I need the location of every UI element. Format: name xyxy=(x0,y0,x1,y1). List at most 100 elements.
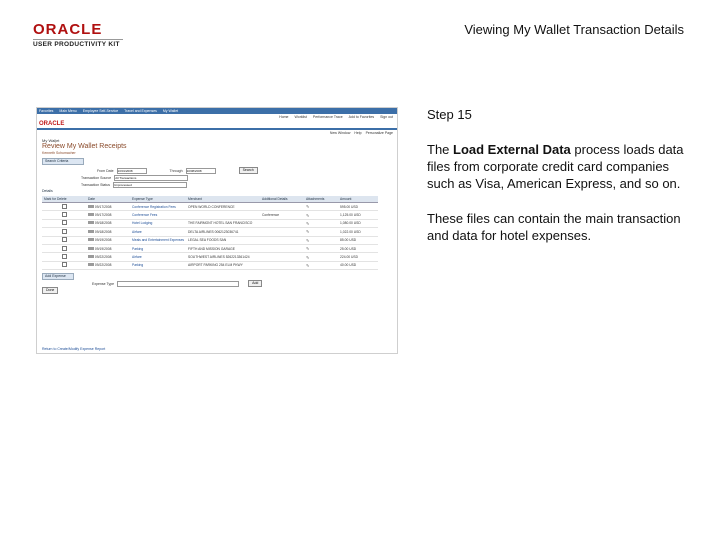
amount-cell: 85.00 USD xyxy=(338,236,378,245)
expense-type-label: Expense Type xyxy=(92,281,115,286)
mark-delete-checkbox[interactable] xyxy=(61,203,67,209)
table-row: 09/19/2008 Meals and Entertainment Expen… xyxy=(42,236,378,245)
expense-type-link[interactable]: Parking xyxy=(130,261,187,271)
oracle-upk-logo: ORACLE USER PRODUCTIVITY KIT xyxy=(33,22,123,48)
amount-cell: 224.00 USD xyxy=(338,252,378,262)
menu-travel-expenses[interactable]: Travel and Expenses xyxy=(124,109,157,113)
attachments-cell: ✎ xyxy=(304,252,339,262)
mark-delete-checkbox[interactable] xyxy=(61,245,67,251)
return-link[interactable]: Return to Create/Modify Expense Report xyxy=(42,347,105,351)
details-cell xyxy=(260,252,305,262)
receipt-icon xyxy=(88,204,94,208)
link-performance-trace[interactable]: Performance Trace xyxy=(313,115,343,119)
expense-type-link[interactable]: Airfare xyxy=(130,227,187,237)
menu-favorites[interactable]: Favorites xyxy=(39,109,53,113)
menu-employee-self-service[interactable]: Employee Self-Service xyxy=(83,109,118,113)
expense-type-link[interactable]: Parking xyxy=(130,244,187,254)
receipt-icon xyxy=(88,213,94,217)
brand-header: ORACLE xyxy=(37,120,397,130)
receipt-icon xyxy=(88,263,94,267)
expense-type-link[interactable]: Hotel Lodging xyxy=(130,219,187,229)
table-row: 09/17/2008 Conference Fees Conference ✎ … xyxy=(42,210,378,220)
application-screenshot: Favorites Main Menu Employee Self-Servic… xyxy=(36,107,398,354)
expense-type-link[interactable]: Conference Fees xyxy=(130,210,187,220)
link-home[interactable]: Home xyxy=(279,115,288,119)
receipts-table: Mark for Delete Date Expense Type Mercha… xyxy=(42,196,378,271)
mark-delete-checkbox[interactable] xyxy=(61,254,67,260)
step-number: Step 15 xyxy=(427,107,472,122)
from-date-input[interactable]: 10/01/2008 xyxy=(116,167,147,174)
mark-delete-checkbox[interactable] xyxy=(61,228,67,234)
details-label[interactable]: Details xyxy=(37,188,397,194)
expense-type-link[interactable]: Meals and Entertainment Expenses xyxy=(130,236,187,245)
details-cell xyxy=(260,261,305,271)
attachment-icon[interactable]: ✎ xyxy=(306,229,309,234)
menu-my-wallet[interactable]: My Wallet xyxy=(163,109,178,113)
mark-delete-checkbox[interactable] xyxy=(61,220,67,226)
mark-cell xyxy=(42,252,86,262)
add-expense-header[interactable]: Add Expense xyxy=(42,273,74,281)
transaction-status-select[interactable]: Unprocessed xyxy=(113,181,188,188)
mark-delete-checkbox[interactable] xyxy=(61,237,67,243)
link-sign-out[interactable]: Sign out xyxy=(380,115,393,119)
mark-cell xyxy=(42,261,86,271)
link-personalize-page[interactable]: Personalize Page xyxy=(366,131,393,135)
link-add-favorites[interactable]: Add to Favorites xyxy=(349,115,374,119)
attachment-icon[interactable]: ✎ xyxy=(306,221,309,226)
instruction-panel: Step 15 The Load External Data process l… xyxy=(427,106,687,262)
menu-main-menu[interactable]: Main Menu xyxy=(59,109,76,113)
through-date-input[interactable]: 10/08/2008 xyxy=(185,167,216,174)
date-value: 09/19/2008 xyxy=(94,238,112,243)
expense-type-link[interactable]: Conference Registration Fees xyxy=(130,202,187,212)
page-title: Viewing My Wallet Transaction Details xyxy=(464,22,684,37)
table-row: 09/17/2008 Conference Registration Fees … xyxy=(42,202,378,212)
date-cell: 09/17/2008 xyxy=(86,202,130,212)
link-new-window[interactable]: New Window xyxy=(330,131,350,135)
date-value: 09/17/2008 xyxy=(94,204,112,209)
attachment-icon[interactable]: ✎ xyxy=(306,213,309,218)
mark-delete-checkbox[interactable] xyxy=(61,212,67,218)
merchant-cell: LEGAL SEA FOODS SAN xyxy=(186,236,261,245)
done-button[interactable]: Done xyxy=(42,287,59,295)
link-help[interactable]: Help xyxy=(354,131,361,135)
mark-cell xyxy=(42,219,86,229)
search-criteria-header[interactable]: Search Criteria xyxy=(42,158,84,165)
attachment-icon[interactable]: ✎ xyxy=(306,246,309,251)
search-button[interactable]: Search xyxy=(238,167,258,174)
amount-cell: 1,125.00 USD xyxy=(338,210,378,220)
details-cell xyxy=(260,244,305,254)
instruction-paragraph-1: The Load External Data process loads dat… xyxy=(427,141,687,192)
date-cell: 09/22/2008 xyxy=(86,261,130,271)
table-row: 09/22/2008 Airfare SOUTHWEST AIRLINES 52… xyxy=(42,252,378,262)
merchant-cell: DELTA AIRLINES 0062123036741 xyxy=(186,227,261,237)
receipt-icon xyxy=(88,229,94,233)
instruction-paragraph-2: These files can contain the main transac… xyxy=(427,211,681,243)
date-value: 09/18/2008 xyxy=(94,221,112,226)
attachment-icon[interactable]: ✎ xyxy=(306,238,309,243)
transaction-source-label: Transaction Source xyxy=(81,175,112,180)
mark-delete-checkbox[interactable] xyxy=(61,262,67,268)
employee-name: Kenneth Schumacher xyxy=(42,151,76,155)
merchant-cell: AIRPORT PARKING 254 ELM PKWY xyxy=(186,261,261,271)
date-cell: 09/17/2008 xyxy=(86,210,130,220)
date-value: 09/22/2008 xyxy=(94,255,112,260)
add-button[interactable]: Add xyxy=(248,280,263,288)
logo-subtitle: USER PRODUCTIVITY KIT xyxy=(33,39,123,48)
transaction-source-select[interactable]: All Transactions xyxy=(114,174,189,181)
receipt-icon xyxy=(88,255,94,259)
attachment-icon[interactable]: ✎ xyxy=(306,204,309,209)
expense-type-select[interactable] xyxy=(117,280,240,287)
through-label: Through xyxy=(169,168,183,173)
details-cell xyxy=(260,236,305,245)
details-cell xyxy=(260,227,305,237)
attachments-cell: ✎ xyxy=(304,227,339,237)
attachment-icon[interactable]: ✎ xyxy=(306,263,309,268)
amount-cell: 1,022.00 USD xyxy=(338,227,378,237)
attachment-icon[interactable]: ✎ xyxy=(306,255,309,260)
expense-type-link[interactable]: Airfare xyxy=(130,252,187,262)
done-row: Done xyxy=(37,287,397,295)
link-worklist[interactable]: Worklist xyxy=(295,115,307,119)
table-row: 09/18/2008 Airfare DELTA AIRLINES 006212… xyxy=(42,227,378,237)
instruction-text-pre: The xyxy=(427,142,454,157)
amount-cell: 1,080.00 USD xyxy=(338,219,378,229)
